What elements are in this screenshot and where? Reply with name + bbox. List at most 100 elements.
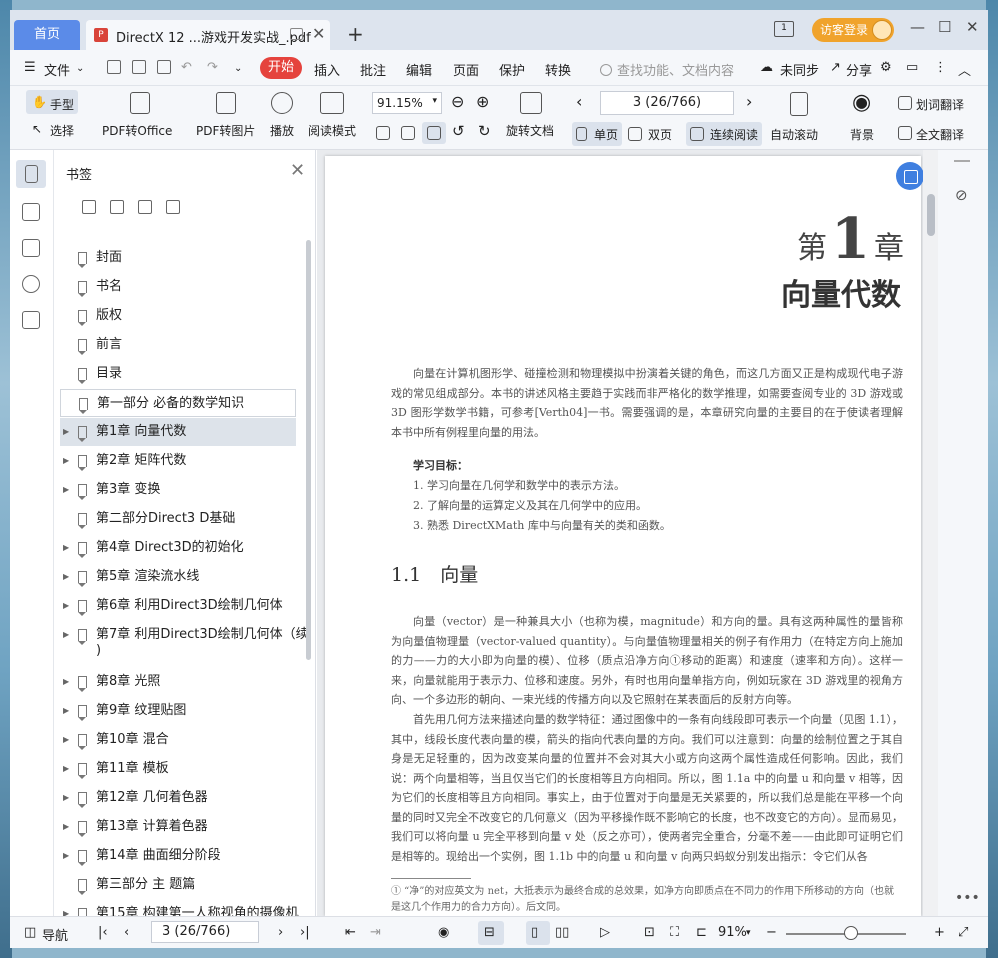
bookmark-item[interactable]: ▶ 第2章 矩阵代数 (60, 447, 296, 475)
rotate-document-button[interactable]: 旋转文档 (506, 122, 554, 139)
close-panel-icon[interactable]: ✕ (290, 160, 305, 181)
bookmark-item[interactable]: 第二部分Direct3 D基础 (60, 505, 296, 533)
sync-status[interactable]: 未同步 (780, 60, 819, 79)
fullscreen-icon[interactable]: ⤢ (958, 925, 968, 940)
expand-arrow-icon[interactable]: ▶ (63, 447, 69, 475)
fit-page-icon[interactable]: ⛶ (670, 925, 679, 940)
chevron-down-icon[interactable]: ▾ (746, 928, 751, 938)
menu-start[interactable]: 开始 (260, 57, 302, 79)
menu-insert[interactable]: 插入 (314, 60, 340, 79)
double-page-icon[interactable] (628, 127, 642, 141)
fit-page-icon[interactable] (401, 126, 415, 140)
zoom-in-icon[interactable]: + (934, 925, 945, 940)
bookmark-item[interactable]: 前言 (60, 331, 296, 359)
fit-width-icon[interactable]: ⊏ (696, 925, 707, 940)
rotate-document-icon[interactable] (520, 92, 542, 114)
pdf-to-image-button[interactable]: PDF转图片 (196, 122, 255, 139)
document-scrollbar[interactable] (923, 150, 938, 916)
comment-icon[interactable] (22, 239, 40, 257)
add-child-bookmark-icon[interactable] (110, 200, 124, 214)
close-window-button[interactable]: ✕ (966, 18, 979, 36)
login-button[interactable]: 访客登录 (812, 18, 894, 42)
actual-size-icon[interactable] (376, 126, 390, 140)
home-tab[interactable]: 首页 (14, 20, 80, 50)
expand-arrow-icon[interactable]: ▶ (63, 621, 69, 649)
expand-arrow-icon[interactable]: ▶ (63, 726, 69, 754)
menu-edit[interactable]: 编辑 (406, 60, 432, 79)
settings-icon[interactable]: ⚙ (880, 60, 892, 75)
bookmark-item[interactable]: 第三部分 主 题篇 (60, 871, 296, 899)
background-button[interactable]: 背景 (850, 126, 874, 143)
bookmark-item[interactable]: ▶ 第1章 向量代数 (60, 418, 296, 446)
bookmark-item[interactable]: ▶ 第14章 曲面细分阶段 (60, 842, 296, 870)
expand-arrow-icon[interactable]: ▶ (63, 813, 69, 841)
auto-scroll-button[interactable]: 自动滚动 (770, 126, 818, 143)
eye-protection-icon[interactable]: ◉ (438, 925, 449, 940)
undo-icon[interactable]: ↶ (181, 60, 192, 75)
eye-icon[interactable]: ◉ (852, 90, 871, 115)
next-page-icon[interactable]: › (746, 92, 752, 111)
right-panel-handle-icon[interactable] (954, 160, 970, 162)
bookmark-item[interactable]: ▶ 第3章 变换 (60, 476, 296, 504)
play-icon[interactable]: ▷ (600, 925, 610, 940)
expand-arrow-icon[interactable]: ▶ (63, 755, 69, 783)
bookmark-item[interactable]: 书名 (60, 273, 296, 301)
print-icon[interactable] (157, 60, 171, 74)
menu-annotate[interactable]: 批注 (360, 60, 386, 79)
navigation-icon[interactable]: ◫ (24, 925, 36, 940)
bookmark-star-icon[interactable] (138, 200, 152, 214)
word-translate-button[interactable]: 划词翻译 (916, 96, 964, 113)
new-tab-button[interactable]: + (347, 22, 364, 46)
bookmark-scrollbar[interactable] (306, 240, 311, 660)
more-icon[interactable]: ⌄ (234, 63, 242, 74)
hamburger-icon[interactable]: ☰ (24, 60, 36, 75)
document-tab[interactable]: P DirectX 12 ...游戏开发实战_.pdf ✕ (86, 20, 330, 50)
tab-window-icon[interactable] (290, 28, 303, 40)
close-tab-icon[interactable]: ✕ (312, 24, 325, 43)
bookmark-item[interactable]: ▶ 第9章 纹理贴图 (60, 697, 296, 725)
cloud-icon[interactable]: ☁ (760, 60, 773, 75)
bookmark-item[interactable]: ▶ 第4章 Direct3D的初始化 (60, 534, 296, 562)
expand-arrow-icon[interactable]: ▶ (63, 534, 69, 562)
expand-arrow-icon[interactable]: ▶ (63, 592, 69, 620)
page-number-input[interactable]: 3 (26/766) (600, 91, 734, 115)
expand-arrow-icon[interactable]: ▶ (63, 697, 69, 725)
more-options-icon[interactable]: ••• (955, 890, 980, 906)
full-translate-button[interactable]: 全文翻译 (916, 126, 964, 143)
zoom-out-icon[interactable]: ⊖ (451, 92, 464, 111)
word-translate-icon[interactable] (898, 96, 912, 110)
back-icon[interactable]: ⇤ (345, 925, 356, 940)
menu-page[interactable]: 页面 (453, 60, 479, 79)
window-layout-icon[interactable]: 1 (774, 21, 794, 37)
save-icon[interactable] (132, 60, 146, 74)
signature-icon[interactable] (22, 311, 40, 329)
ai-search-icon[interactable]: ⊘ (955, 186, 968, 204)
expand-arrow-icon[interactable]: ▶ (63, 842, 69, 870)
expand-arrow-icon[interactable]: ▶ (63, 668, 69, 696)
read-mode-button[interactable]: 阅读模式 (308, 122, 356, 139)
bookmark-item[interactable]: 封面 (60, 244, 296, 272)
add-bookmark-icon[interactable] (82, 200, 96, 214)
thumbnail-icon[interactable] (22, 203, 40, 221)
pdf-to-office-button[interactable]: PDF转Office (102, 122, 172, 139)
pdf-to-office-icon[interactable] (130, 92, 150, 114)
zoom-select[interactable]: 91.15% ▾ (372, 92, 442, 114)
bookmark-flag-icon[interactable] (166, 200, 180, 214)
play-button[interactable]: 播放 (270, 122, 294, 139)
more-menu-icon[interactable]: ⋮ (934, 60, 947, 75)
bookmark-item[interactable]: ▶ 第12章 几何着色器 (60, 784, 296, 812)
share-button[interactable]: 分享 (846, 60, 872, 79)
last-page-icon[interactable]: ›| (300, 925, 310, 940)
search-input[interactable]: 查找功能、文档内容 (600, 60, 734, 79)
attachment-icon[interactable] (22, 275, 40, 293)
double-page-status-icon[interactable]: ▯▯ (555, 925, 569, 940)
share-icon[interactable]: ↗ (830, 60, 841, 75)
bookmark-item[interactable]: 版权 (60, 302, 296, 330)
bookmark-item[interactable]: ▶ 第11章 模板 (60, 755, 296, 783)
minimize-button[interactable]: — (910, 18, 925, 36)
auto-scroll-icon[interactable] (790, 92, 808, 116)
select-tool-label[interactable]: 选择 (50, 122, 74, 139)
menu-protect[interactable]: 保护 (499, 60, 525, 79)
play-icon[interactable] (271, 92, 293, 114)
bookmark-item[interactable]: 目录 (60, 360, 296, 388)
